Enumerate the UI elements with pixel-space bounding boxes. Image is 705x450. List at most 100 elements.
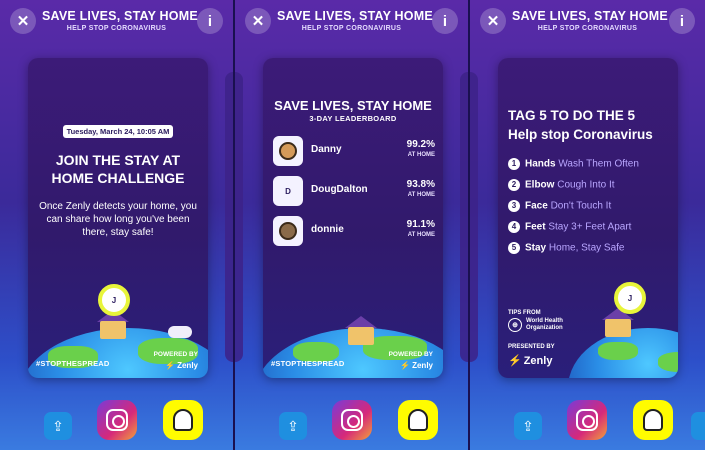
snapchat-ghost-icon bbox=[173, 409, 193, 431]
info-button[interactable]: i bbox=[197, 8, 223, 34]
upload-button[interactable]: ⇪ bbox=[279, 412, 307, 440]
instagram-icon bbox=[106, 409, 128, 431]
close-button[interactable]: ✕ bbox=[10, 8, 36, 34]
story-panel-3: ✕ SAVE LIVES, STAY HOME HELP STOP CORONA… bbox=[470, 0, 705, 450]
challenge-description: Once Zenly detects your home, you can sh… bbox=[39, 201, 197, 238]
next-card-peek[interactable] bbox=[225, 72, 233, 362]
tips-title: TAG 5 TO DO THE 5 Help stop Coronavirus bbox=[508, 106, 670, 144]
info-button[interactable]: i bbox=[669, 8, 695, 34]
avatar: D bbox=[273, 176, 303, 206]
tip-item: 4 Feet Stay 3+ Feet Apart bbox=[508, 221, 674, 235]
at-home-label: AT HOME bbox=[407, 152, 435, 158]
user-name: donnie bbox=[311, 224, 344, 235]
date-pill: Tuesday, March 24, 10:05 AM bbox=[63, 125, 173, 138]
land-shape bbox=[658, 352, 678, 372]
previous-card-peek[interactable] bbox=[235, 72, 243, 362]
header-subtitle: HELP STOP CORONAVIRUS bbox=[66, 25, 167, 32]
top-bar: ✕ SAVE LIVES, STAY HOME HELP STOP CORONA… bbox=[0, 0, 233, 40]
header-subtitle: HELP STOP CORONAVIRUS bbox=[537, 25, 638, 32]
tip-text: Stay 3+ Feet Apart bbox=[548, 221, 632, 233]
leaderboard-card: SAVE LIVES, STAY HOME 3-DAY LEADERBOARD … bbox=[263, 58, 443, 378]
powered-by-label: POWERED BY bbox=[153, 351, 198, 358]
instagram-share-button[interactable] bbox=[567, 400, 607, 440]
user-name: DougDalton bbox=[311, 184, 368, 195]
who-name-line2: Organization bbox=[526, 325, 563, 331]
instagram-share-button[interactable] bbox=[332, 400, 372, 440]
house-illustration bbox=[100, 321, 126, 339]
header-title: SAVE LIVES, STAY HOME bbox=[512, 9, 668, 23]
tip-text: Wash Them Often bbox=[558, 158, 639, 170]
close-button[interactable]: ✕ bbox=[480, 8, 506, 34]
tips-from-label: TIPS FROM bbox=[508, 310, 541, 316]
story-panel-1: ✕ SAVE LIVES, STAY HOME HELP STOP CORONA… bbox=[0, 0, 235, 450]
more-share-button[interactable] bbox=[691, 412, 705, 440]
snapchat-ghost-icon bbox=[408, 409, 428, 431]
pin-letter: J bbox=[627, 293, 633, 303]
leaderboard-row: D DougDalton 93.8% AT HOME bbox=[273, 176, 435, 206]
zenly-logo: ⚡ Zenly bbox=[508, 354, 552, 367]
hashtag-label: #STOPTHESPREAD bbox=[36, 359, 110, 368]
at-home-label: AT HOME bbox=[407, 192, 435, 198]
at-home-percent: 93.8% bbox=[406, 179, 435, 190]
challenge-title: JOIN THE STAY AT HOME CHALLENGE bbox=[51, 152, 185, 186]
at-home-percent: 91.1% bbox=[406, 219, 435, 230]
next-card-peek[interactable] bbox=[460, 72, 468, 362]
tip-keyword: Feet bbox=[525, 221, 546, 233]
tip-number: 3 bbox=[508, 200, 520, 212]
tip-number: 5 bbox=[508, 242, 520, 254]
leaderboard-title: SAVE LIVES, STAY HOME bbox=[274, 98, 432, 113]
avatar-face bbox=[279, 142, 297, 160]
brand-name: Zenly bbox=[177, 361, 198, 370]
bolt-icon: ⚡ bbox=[165, 361, 176, 370]
header-subtitle: HELP STOP CORONAVIRUS bbox=[301, 25, 402, 32]
avatar-face bbox=[279, 222, 297, 240]
tip-text: Home, Stay Safe bbox=[548, 242, 625, 254]
upload-icon: ⇪ bbox=[287, 417, 299, 434]
avatar-pin: J bbox=[98, 284, 130, 316]
hashtag-label: #STOPTHESPREAD bbox=[271, 359, 345, 368]
close-button[interactable]: ✕ bbox=[245, 8, 271, 34]
upload-button[interactable]: ⇪ bbox=[514, 412, 542, 440]
at-home-percent: 99.2% bbox=[406, 139, 435, 150]
who-emblem-icon: ⊕ bbox=[508, 318, 522, 332]
leaderboard-row: donnie 91.1% AT HOME bbox=[273, 216, 435, 246]
presented-by-label: PRESENTED BY bbox=[508, 344, 555, 350]
user-name: Danny bbox=[311, 144, 342, 155]
tip-item: 1 Hands Wash Them Often bbox=[508, 158, 674, 172]
tips-title-line2: Help stop Coronavirus bbox=[508, 127, 653, 142]
who-logo: ⊕ World Health Organization bbox=[508, 318, 563, 332]
info-button[interactable]: i bbox=[432, 8, 458, 34]
tip-text: Don't Touch It bbox=[550, 200, 612, 212]
story-panel-2: ✕ SAVE LIVES, STAY HOME HELP STOP CORONA… bbox=[235, 0, 470, 450]
house-illustration bbox=[605, 319, 631, 337]
zenly-logo: ⚡ Zenly bbox=[400, 361, 433, 370]
previous-card-peek[interactable] bbox=[470, 72, 478, 362]
close-icon: ✕ bbox=[486, 13, 500, 30]
zenly-logo: ⚡ Zenly bbox=[165, 361, 198, 370]
snapchat-ghost-icon bbox=[643, 409, 663, 431]
tip-text: Cough Into It bbox=[557, 179, 615, 191]
at-home-label: AT HOME bbox=[407, 232, 435, 238]
instagram-share-button[interactable] bbox=[97, 400, 137, 440]
upload-icon: ⇪ bbox=[52, 417, 64, 434]
avatar-pin: J bbox=[614, 282, 646, 314]
info-icon: i bbox=[679, 12, 685, 30]
avatar bbox=[273, 136, 303, 166]
share-bar: ⇪ bbox=[470, 395, 705, 450]
upload-button[interactable]: ⇪ bbox=[44, 412, 72, 440]
snapchat-share-button[interactable] bbox=[633, 400, 673, 440]
snapchat-share-button[interactable] bbox=[398, 400, 438, 440]
tip-number: 4 bbox=[508, 221, 520, 233]
who-name-line1: World Health bbox=[526, 318, 563, 324]
info-icon: i bbox=[207, 12, 213, 30]
bolt-icon: ⚡ bbox=[400, 361, 411, 370]
top-bar: ✕ SAVE LIVES, STAY HOME HELP STOP CORONA… bbox=[470, 0, 705, 40]
snapchat-share-button[interactable] bbox=[163, 400, 203, 440]
tip-keyword: Stay bbox=[525, 242, 547, 254]
story-strip: ✕ SAVE LIVES, STAY HOME HELP STOP CORONA… bbox=[0, 0, 705, 450]
header-title: SAVE LIVES, STAY HOME bbox=[277, 9, 433, 23]
tip-number: 1 bbox=[508, 158, 520, 170]
tip-keyword: Elbow bbox=[525, 179, 555, 191]
bolt-icon: ⚡ bbox=[508, 355, 522, 367]
header-title: SAVE LIVES, STAY HOME bbox=[42, 9, 198, 23]
